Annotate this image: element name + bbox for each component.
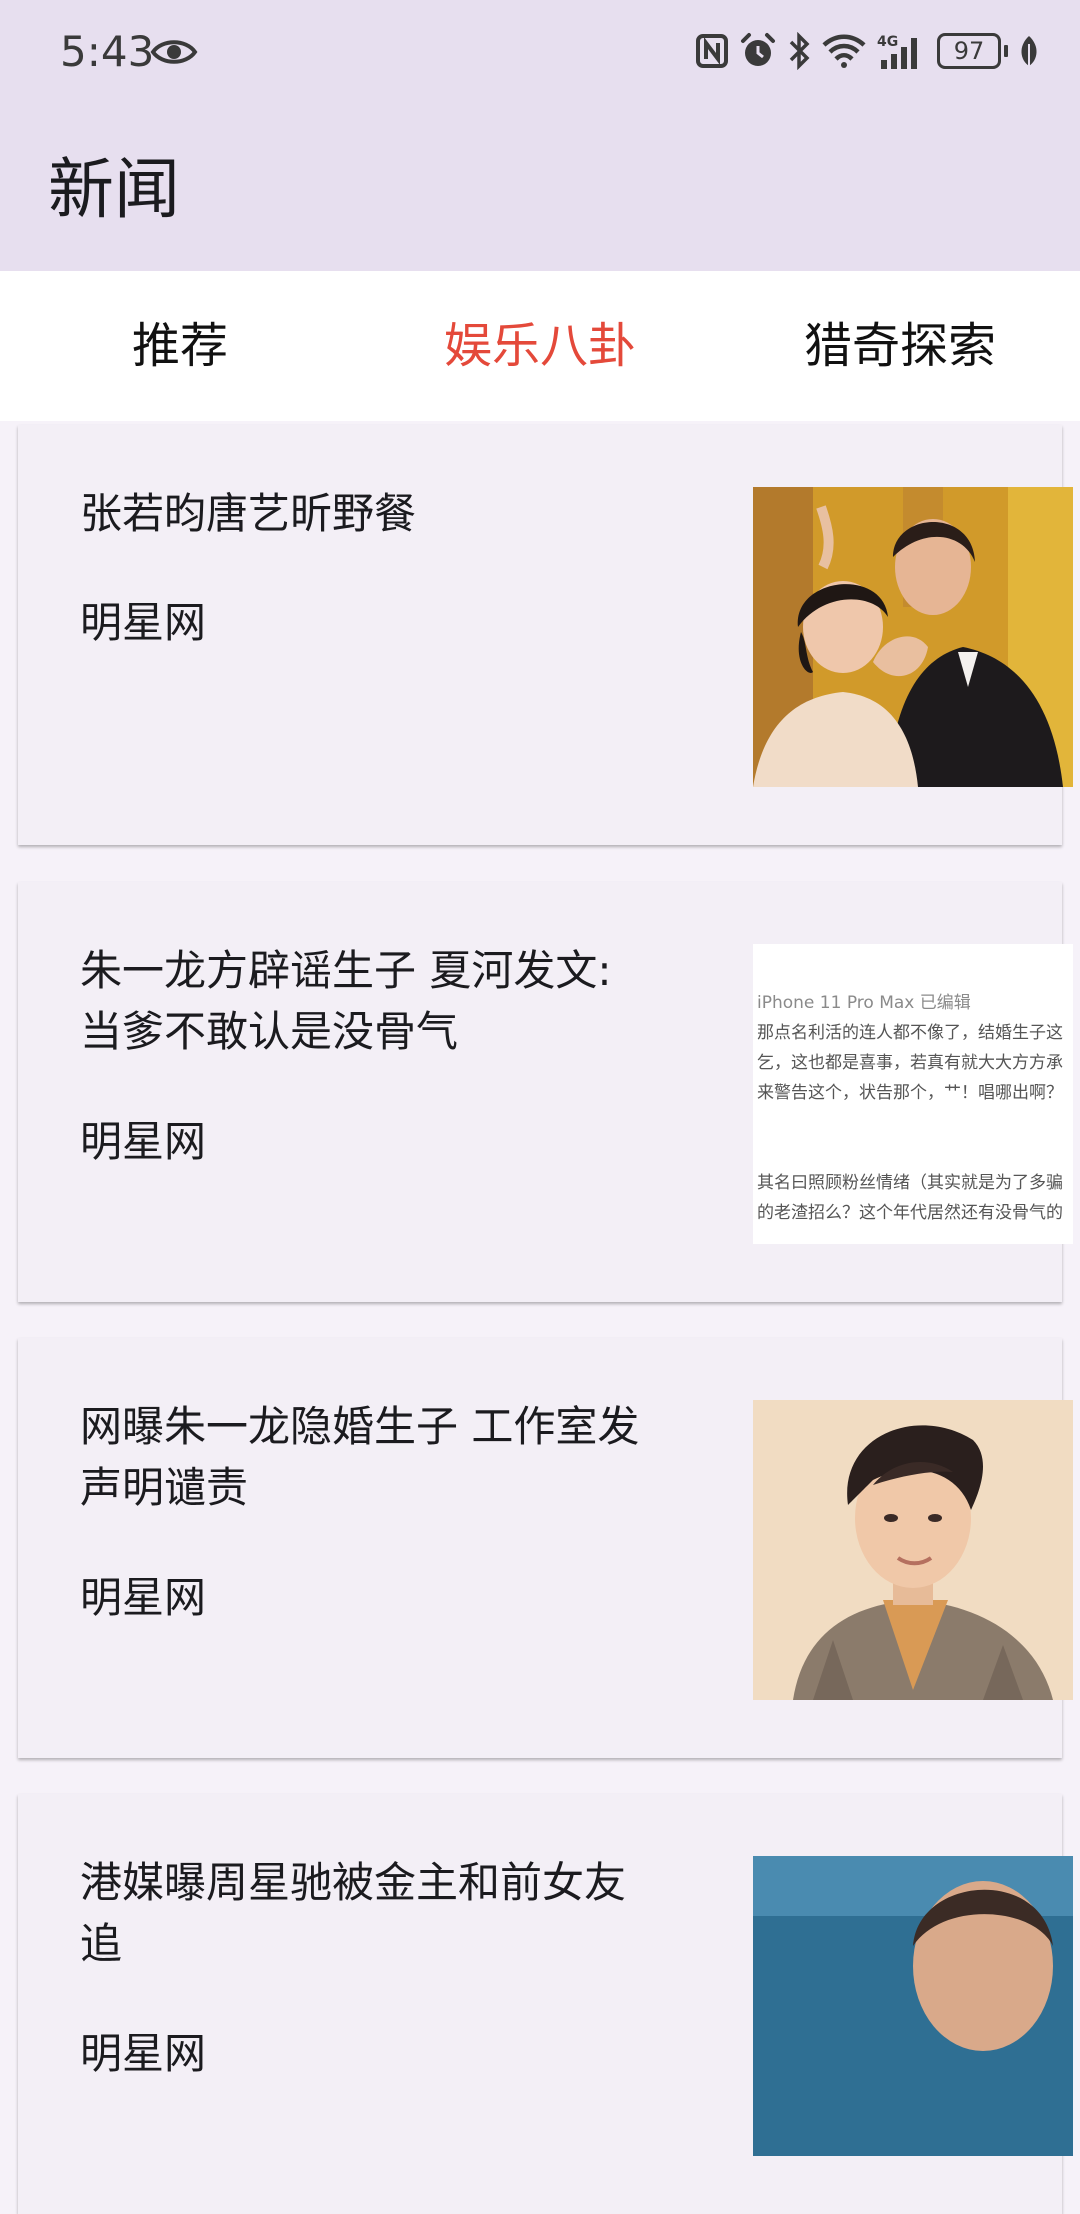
news-thumbnail: iPhone 11 Pro Max 已编辑 那点名利活的连人都不像了，结婚生子这…	[753, 944, 1073, 1244]
wifi-icon	[822, 34, 866, 68]
news-title: 朱一龙方辟谣生子 夏河发文:当爹不敢认是没骨气	[80, 946, 612, 1056]
leaf-icon	[1021, 36, 1037, 66]
news-title: 张若昀唐艺昕野餐	[80, 489, 417, 538]
status-icons: 4G 97	[695, 28, 1040, 74]
battery-tip	[1004, 45, 1008, 57]
news-thumbnail	[753, 1856, 1073, 2156]
status-bar: 5:43 4G 97	[0, 0, 1080, 105]
screenshot-line: 那点名利活的连人都不像了，结婚生子这	[757, 1023, 1063, 1043]
news-source: 明星网	[80, 1573, 207, 1622]
page-title: 新闻	[48, 151, 180, 228]
screenshot-line: iPhone 11 Pro Max 已编辑	[757, 993, 971, 1013]
text-screenshot-image: iPhone 11 Pro Max 已编辑 那点名利活的连人都不像了，结婚生子这…	[753, 944, 1073, 1244]
news-source: 明星网	[80, 598, 207, 647]
tab-curiosity[interactable]: 猎奇探索	[720, 271, 1080, 421]
battery-indicator: 97	[937, 33, 1008, 69]
nfc-icon	[696, 34, 728, 68]
screenshot-line: 的老渣招么？这个年代居然还有没骨气的	[757, 1203, 1063, 1223]
screenshot-line: 其名曰照顾粉丝情绪（其实就是为了多骗	[757, 1173, 1063, 1193]
app-bar: 新闻	[0, 105, 1080, 271]
news-thumbnail	[753, 487, 1073, 787]
news-card[interactable]: 朱一龙方辟谣生子 夏河发文:当爹不敢认是没骨气 明星网 iPhone 11 Pr…	[18, 882, 1073, 1302]
portrait-photo-2	[753, 1856, 1073, 2156]
couple-photo	[753, 487, 1073, 787]
signal-4g-icon: 4G	[877, 34, 917, 69]
news-source: 明星网	[80, 2029, 207, 2078]
portrait-photo	[753, 1400, 1073, 1700]
alarm-icon	[741, 33, 775, 66]
screenshot-line: 乞，这也都是喜事，若真有就大大方方承	[757, 1053, 1063, 1073]
news-title: 网曝朱一龙隐婚生子 工作室发声明谴责	[80, 1402, 640, 1512]
svg-text:4G: 4G	[877, 34, 898, 50]
screenshot-line: 来警告这个，状告那个，艹！唱哪出啊？	[757, 1083, 1063, 1103]
news-card[interactable]: 张若昀唐艺昕野餐 明星网	[18, 425, 1073, 845]
news-card[interactable]: 网曝朱一龙隐婚生子 工作室发声明谴责 明星网	[18, 1338, 1073, 1758]
news-card[interactable]: 港媒曝周星驰被金主和前女友追 明星网	[18, 1794, 1073, 2214]
eye-icon	[150, 40, 198, 64]
bluetooth-icon	[789, 32, 810, 70]
tab-bar: 推荐 娱乐八卦 猎奇探索	[0, 271, 1080, 421]
tab-entertainment[interactable]: 娱乐八卦	[360, 271, 720, 421]
tab-recommend[interactable]: 推荐	[0, 271, 360, 421]
news-title: 港媒曝周星驰被金主和前女友追	[80, 1858, 627, 1968]
battery-level: 97	[937, 33, 1001, 69]
status-time: 5:43	[60, 27, 155, 76]
news-source: 明星网	[80, 1117, 207, 1166]
news-thumbnail	[753, 1400, 1073, 1700]
